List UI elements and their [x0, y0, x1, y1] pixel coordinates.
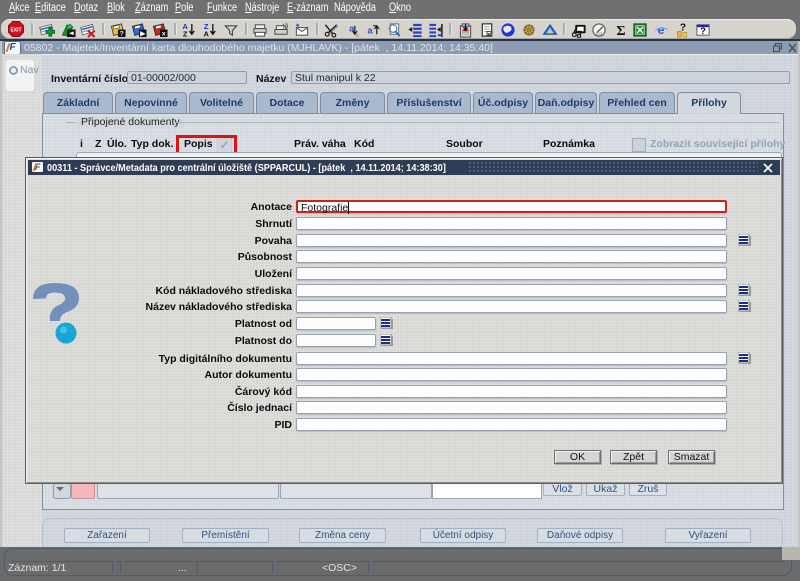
svg-text:Σ: Σ	[616, 23, 625, 38]
svg-text:A: A	[204, 30, 210, 38]
svg-text:e: e	[658, 23, 665, 37]
svg-text:a: a	[367, 24, 373, 35]
svg-text:a: a	[356, 33, 360, 38]
svg-text:?: ?	[700, 25, 706, 36]
svg-text:Z: Z	[183, 30, 188, 38]
svg-text:▶: ▶	[139, 31, 146, 38]
svg-text:?: ?	[120, 31, 124, 38]
svg-text:EXIT: EXIT	[10, 28, 21, 34]
svg-text:x: x	[162, 31, 166, 38]
